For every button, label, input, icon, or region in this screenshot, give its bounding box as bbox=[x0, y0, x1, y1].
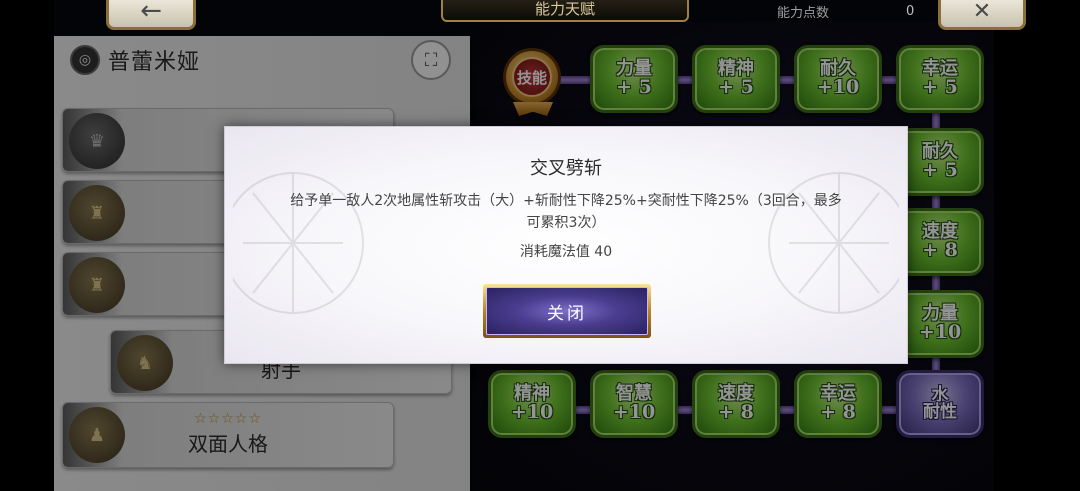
screen-edge bbox=[0, 0, 54, 491]
page-title: 能力天赋 bbox=[441, 0, 689, 22]
top-close-button[interactable]: ✕ bbox=[938, 0, 1026, 30]
back-button[interactable]: ← bbox=[106, 0, 196, 30]
game-screen: ◎ 普蕾米娅 ⛶ ♛ ♜ ♜ ♞ 射手 ♟ ☆☆☆☆☆ 双面人格 技能 力量 +… bbox=[0, 0, 1080, 491]
ability-points-value: 0 bbox=[906, 4, 915, 19]
close-icon: ✕ bbox=[972, 0, 992, 24]
dialog-close-button[interactable]: 关闭 bbox=[483, 284, 651, 338]
arrow-left-icon: ← bbox=[140, 0, 162, 26]
skill-name: 交叉劈斩 bbox=[530, 158, 602, 179]
skill-description: 给予单一敌人2次地属性斩攻击（大）+斩耐性下降25%+突耐性下降25%（3回合，… bbox=[265, 190, 867, 234]
mana-cost: 消耗魔法值 40 bbox=[519, 244, 613, 260]
skill-description-line: 给予单一敌人2次地属性斩攻击（大）+斩耐性下降25%+突耐性下降25%（3回合，… bbox=[290, 193, 842, 209]
screen-edge bbox=[994, 0, 1080, 491]
ability-points-label: 能力点数 bbox=[777, 6, 830, 21]
skill-description-line: 可累积3次） bbox=[526, 215, 606, 231]
skill-detail-dialog: 交叉劈斩 给予单一敌人2次地属性斩攻击（大）+斩耐性下降25%+突耐性下降25%… bbox=[224, 126, 908, 364]
close-button-label: 关闭 bbox=[486, 287, 648, 335]
